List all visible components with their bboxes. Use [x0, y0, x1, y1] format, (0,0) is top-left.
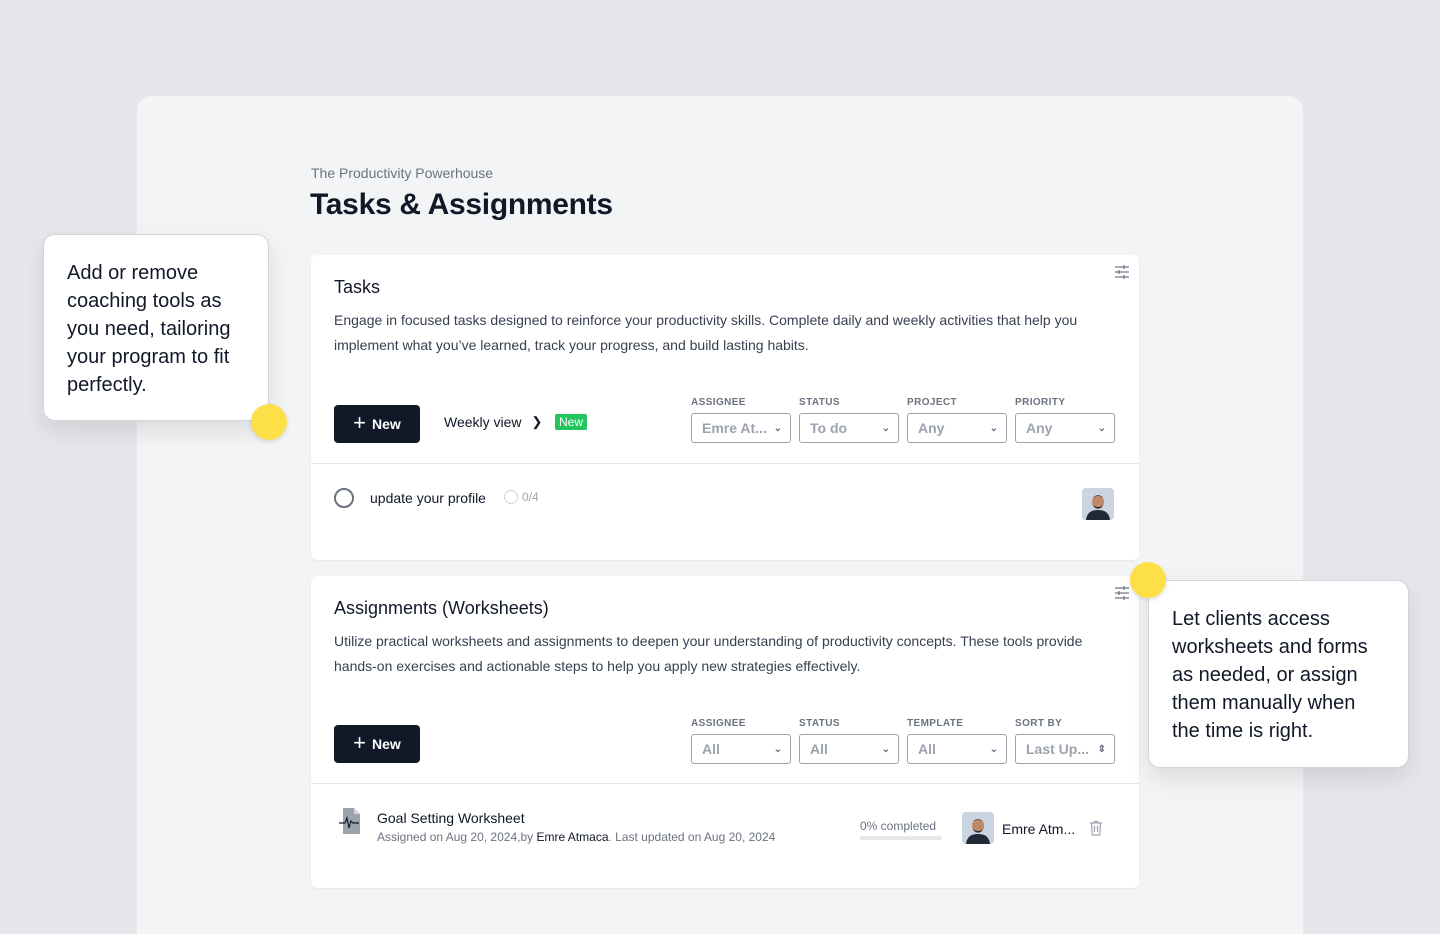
avatar: [962, 812, 994, 844]
assignee-select[interactable]: Emre At... ⌄: [691, 413, 791, 443]
sort-updown-icon: ⇕: [1097, 743, 1106, 755]
filter-assignee: ASSIGNEE All ⌄: [691, 718, 791, 764]
completion-progress-bar: [860, 836, 942, 840]
weekly-view-link[interactable]: Weekly view ❯: [444, 414, 542, 430]
hotspot-dot[interactable]: [251, 404, 287, 440]
chevron-right-icon: ❯: [531, 414, 543, 429]
tasks-title: Tasks: [334, 277, 381, 297]
filter-label: STATUS: [799, 397, 840, 408]
status-select[interactable]: To do ⌄: [799, 413, 899, 443]
hotspot-dot[interactable]: [1130, 562, 1166, 598]
filter-status: STATUS All ⌄: [799, 718, 899, 764]
task-complete-checkbox[interactable]: [334, 488, 354, 508]
assignments-card: Assignments (Worksheets) Utilize practic…: [311, 576, 1139, 888]
filter-assignee: ASSIGNEE Emre At... ⌄: [691, 397, 791, 443]
plus-icon: +: [353, 410, 367, 435]
assignments-title: Assignments (Worksheets): [334, 598, 549, 618]
callout-left: Add or remove coaching tools as you need…: [43, 234, 269, 421]
task-progress-count: 0/4: [522, 490, 539, 504]
filter-label: PROJECT: [907, 397, 958, 408]
filter-template: TEMPLATE All ⌄: [907, 718, 1007, 764]
chevron-down-icon: ⌄: [1097, 422, 1106, 434]
select-value: All: [918, 741, 936, 757]
filter-label: ASSIGNEE: [691, 397, 746, 408]
filter-label: TEMPLATE: [907, 718, 964, 729]
person-avatar-icon: [962, 812, 994, 844]
chevron-down-icon: ⌄: [881, 743, 890, 755]
filter-status: STATUS To do ⌄: [799, 397, 899, 443]
assignee-select[interactable]: All ⌄: [691, 734, 791, 764]
tasks-description: Engage in focused tasks designed to rein…: [334, 312, 1078, 353]
assignee-name: Emre Atm...: [1002, 821, 1076, 837]
person-avatar-icon: [1082, 488, 1114, 520]
plus-icon: +: [353, 730, 367, 755]
filter-label: SORT BY: [1015, 718, 1063, 729]
project-select[interactable]: Any ⌄: [907, 413, 1007, 443]
chevron-down-icon: ⌄: [881, 422, 890, 434]
select-value: Emre At...: [702, 420, 767, 436]
new-assignment-label: New: [372, 736, 401, 752]
page-title: Tasks & Assignments: [310, 188, 613, 221]
settings-sliders-icon[interactable]: [1114, 585, 1130, 601]
chevron-down-icon: ⌄: [989, 743, 998, 755]
divider: [311, 783, 1139, 784]
filter-project: PROJECT Any ⌄: [907, 397, 1007, 443]
priority-select[interactable]: Any ⌄: [1015, 413, 1115, 443]
filter-label: STATUS: [799, 718, 840, 729]
select-value: Any: [918, 420, 945, 436]
select-value: Any: [1026, 420, 1053, 436]
tasks-card: Tasks Engage in focused tasks designed t…: [311, 255, 1139, 560]
trash-icon[interactable]: [1089, 820, 1103, 836]
callout-right: Let clients access worksheets and forms …: [1148, 580, 1409, 768]
sort-select[interactable]: Last Up... ⇕: [1015, 734, 1115, 764]
completion-label: 0% completed: [860, 819, 937, 833]
meta-assigner: Emre Atmaca: [536, 830, 609, 844]
settings-sliders-icon[interactable]: [1114, 264, 1130, 280]
worksheet-title[interactable]: Goal Setting Worksheet: [377, 810, 525, 826]
filter-sort-by: SORT BY Last Up... ⇕: [1015, 718, 1115, 764]
template-select[interactable]: All ⌄: [907, 734, 1007, 764]
avatar[interactable]: [1082, 488, 1114, 520]
chevron-down-icon: ⌄: [773, 743, 782, 755]
meta-assigned: Assigned on Aug 20, 2024,by: [377, 830, 537, 844]
meta-updated: . Last updated on Aug 20, 2024: [608, 830, 776, 844]
worksheet-meta: Assigned on Aug 20, 2024,by Emre Atmaca.…: [377, 830, 775, 844]
select-value: All: [810, 741, 828, 757]
new-badge: New: [555, 414, 588, 430]
assignments-description: Utilize practical worksheets and assignm…: [334, 633, 1083, 674]
divider: [311, 463, 1139, 464]
select-value: To do: [810, 420, 848, 436]
breadcrumb[interactable]: The Productivity Powerhouse: [311, 165, 493, 181]
weekly-view-label: Weekly view: [444, 414, 522, 430]
task-name[interactable]: update your profile: [370, 490, 486, 506]
task-row[interactable]: update your profile 0/4: [334, 487, 1115, 520]
new-assignment-button[interactable]: + New: [334, 725, 420, 763]
chevron-down-icon: ⌄: [773, 422, 782, 434]
chevron-down-icon: ⌄: [989, 422, 998, 434]
filter-label: ASSIGNEE: [691, 718, 746, 729]
filter-label: PRIORITY: [1015, 397, 1066, 408]
status-select[interactable]: All ⌄: [799, 734, 899, 764]
filter-priority: PRIORITY Any ⌄: [1015, 397, 1115, 443]
task-progress: 0/4: [504, 490, 539, 504]
new-task-button[interactable]: + New: [334, 405, 420, 443]
select-value: Last Up...: [1026, 741, 1090, 757]
new-task-label: New: [372, 416, 401, 432]
select-value: All: [702, 741, 720, 757]
document-icon: [339, 808, 360, 834]
progress-ring-icon: [504, 490, 518, 504]
worksheet-row[interactable]: Goal Setting Worksheet Assigned on Aug 2…: [334, 804, 1115, 844]
